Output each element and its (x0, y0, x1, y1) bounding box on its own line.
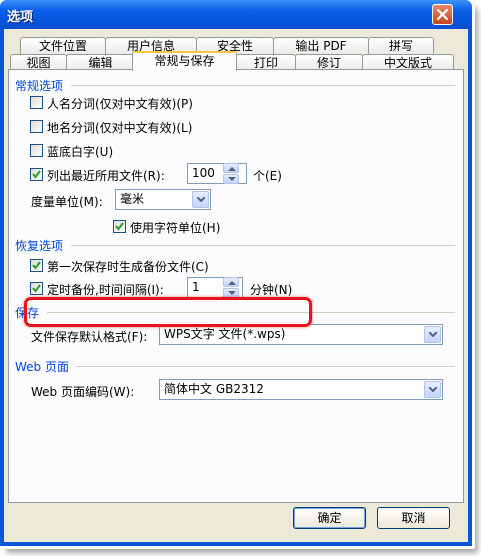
dialog-body: 文件位置 用户信息 安全性 输出 PDF 拼写 视图 编辑 常规与保存 打印 修… (4, 29, 468, 542)
tab-general-save[interactable]: 常规与保存 (132, 51, 237, 71)
blue-bg-checkbox[interactable] (30, 144, 43, 157)
recent-unit-label: 个(E) (253, 169, 282, 183)
blue-bg-label: 蓝底白字(U) (47, 145, 114, 159)
person-name-label: 人名分词(仅对中文有效)(P) (47, 97, 193, 111)
general-section-title: 常规选项 (15, 79, 64, 93)
spin-down-button[interactable] (223, 174, 239, 184)
arrow-up-icon (228, 281, 236, 285)
dropdown-button[interactable] (424, 326, 441, 343)
spin-up-button[interactable] (223, 163, 239, 173)
place-name-checkbox[interactable] (30, 120, 43, 133)
arrow-down-icon (228, 177, 236, 181)
check-icon (32, 170, 41, 179)
tab-export-pdf[interactable]: 输出 PDF (273, 37, 369, 54)
dropdown-button[interactable] (424, 381, 441, 398)
web-section-title: Web 页面 (15, 360, 69, 374)
tab-panel: 常规选项 人名分词(仅对中文有效)(P) 地名分词(仅对中文有效)(L) 蓝底白… (8, 69, 464, 503)
tab-file-location[interactable]: 文件位置 (20, 37, 106, 54)
arrow-down-icon (228, 291, 236, 295)
check-icon (32, 284, 41, 293)
web-encoding-label: Web 页面编码(W): (31, 385, 135, 399)
measure-unit-select[interactable]: 毫米 (115, 189, 211, 210)
highlight-annotation (24, 297, 312, 327)
web-encoding-select[interactable]: 简体中文 GB2312 (159, 379, 443, 400)
options-dialog: 选项 文件位置 用户信息 安全性 输出 PDF 拼写 视图 编辑 常规与保存 打… (0, 0, 472, 546)
recent-files-checkbox[interactable] (30, 168, 43, 181)
title-bar[interactable]: 选项 (0, 0, 472, 29)
close-icon (436, 8, 449, 21)
first-backup-checkbox[interactable] (30, 259, 43, 272)
timed-backup-checkbox[interactable] (30, 282, 43, 295)
first-backup-label: 第一次保存时生成备份文件(C) (47, 260, 209, 274)
dropdown-button[interactable] (192, 191, 209, 208)
divider (77, 366, 455, 367)
cancel-button[interactable]: 取消 (377, 507, 450, 529)
save-format-select[interactable]: WPS文字 文件(*.wps) (159, 324, 443, 345)
recent-files-label: 列出最近所用文件(R): (47, 169, 165, 183)
tab-spelling[interactable]: 拼写 (368, 37, 434, 54)
recent-count-spinner[interactable] (223, 163, 239, 184)
spin-up-button[interactable] (223, 277, 239, 287)
char-unit-label: 使用字符单位(H) (130, 221, 221, 235)
chevron-down-icon (429, 387, 437, 392)
timed-backup-label: 定时备份,时间间隔(I): (47, 283, 164, 297)
place-name-label: 地名分词(仅对中文有效)(L) (47, 121, 193, 135)
chevron-down-icon (429, 332, 437, 337)
divider (71, 85, 455, 86)
char-unit-checkbox[interactable] (113, 220, 126, 233)
interval-unit-label: 分钟(N) (250, 283, 293, 297)
arrow-up-icon (228, 167, 236, 171)
recovery-section-title: 恢复选项 (15, 239, 64, 253)
check-icon (115, 222, 124, 231)
divider (71, 245, 455, 246)
chevron-down-icon (197, 197, 205, 202)
person-name-checkbox[interactable] (30, 96, 43, 109)
measure-unit-label: 度量单位(M): (31, 195, 103, 209)
save-format-label: 文件保存默认格式(F): (31, 330, 148, 344)
ok-button[interactable]: 确定 (293, 507, 366, 529)
close-button[interactable] (432, 4, 453, 25)
window-title: 选项 (7, 10, 34, 25)
interval-spinner[interactable] (223, 277, 239, 298)
check-icon (32, 261, 41, 270)
